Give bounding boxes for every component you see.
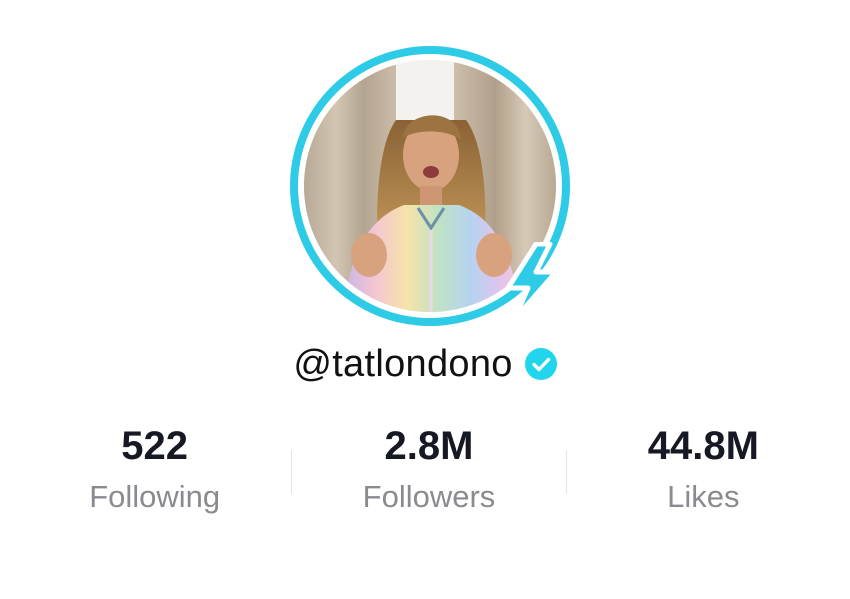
likes-count: 44.8M xyxy=(647,424,759,468)
profile-avatar[interactable] xyxy=(290,46,570,326)
username: @tatlondono xyxy=(293,342,513,385)
stat-following[interactable]: 522 Following xyxy=(18,420,291,530)
username-row: @tatlondono xyxy=(0,338,850,390)
followers-label: Followers xyxy=(362,479,496,514)
followers-count: 2.8M xyxy=(384,424,474,468)
stat-followers[interactable]: 2.8M Followers xyxy=(292,420,565,530)
following-count: 522 xyxy=(121,424,189,468)
profile-stats: 522 Following 2.8M Followers 44.8M Likes xyxy=(18,420,840,530)
likes-label: Likes xyxy=(667,479,740,514)
stat-likes[interactable]: 44.8M Likes xyxy=(567,420,840,530)
verified-check-icon xyxy=(524,348,557,380)
live-lightning-icon xyxy=(500,241,564,323)
following-label: Following xyxy=(89,479,221,514)
